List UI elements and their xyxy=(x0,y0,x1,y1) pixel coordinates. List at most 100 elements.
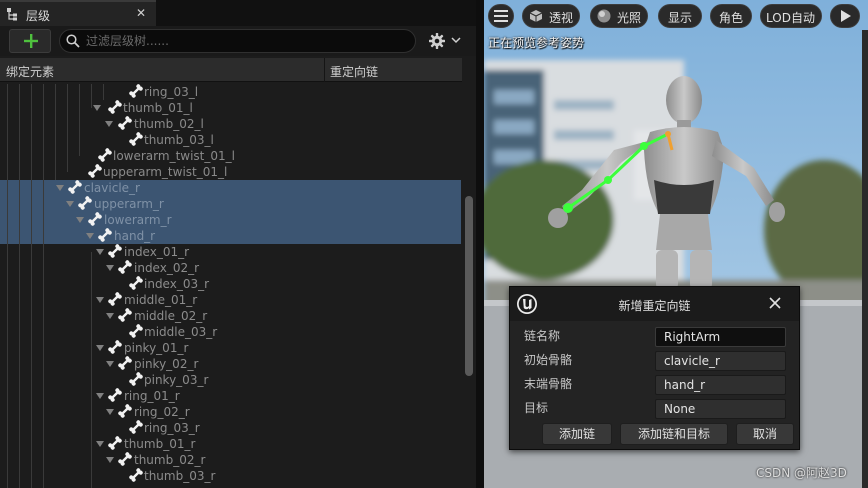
tree-row[interactable]: thumb_03_r xyxy=(0,468,460,484)
bone-icon xyxy=(129,420,143,434)
goal-field[interactable] xyxy=(655,399,786,419)
expand-arrow-icon[interactable] xyxy=(96,297,104,303)
play-button[interactable] xyxy=(830,4,860,28)
start-bone-input[interactable] xyxy=(656,352,785,370)
tree-row[interactable]: thumb_01_r xyxy=(0,436,460,452)
expand-arrow-icon[interactable] xyxy=(106,361,114,367)
tree-row[interactable]: upperarm_twist_01_l xyxy=(0,164,460,180)
column-bound-element[interactable]: 绑定元素 xyxy=(6,63,54,80)
bone-icon xyxy=(88,164,102,178)
add-button[interactable] xyxy=(9,29,51,53)
viewport-menu-button[interactable] xyxy=(488,4,514,28)
panel-splitter[interactable] xyxy=(476,0,484,488)
tab-hierarchy[interactable]: 层级 ✕ xyxy=(0,0,156,26)
start-bone-field[interactable] xyxy=(655,351,786,371)
lighting-button[interactable]: 光照 xyxy=(590,4,648,28)
expand-arrow-icon[interactable] xyxy=(106,313,114,319)
expand-arrow-icon[interactable] xyxy=(106,409,114,415)
add-chain-and-goal-button[interactable]: 添加链和目标 xyxy=(620,423,728,445)
expand-arrow-icon[interactable] xyxy=(96,393,104,399)
expand-arrow-icon[interactable] xyxy=(86,233,94,239)
close-icon[interactable]: ✕ xyxy=(136,6,146,20)
expand-arrow-icon[interactable] xyxy=(96,345,104,351)
tree-row[interactable]: thumb_02_r xyxy=(0,452,460,468)
bone-icon xyxy=(108,436,122,450)
tree-row-selected[interactable]: clavicle_r xyxy=(0,180,460,196)
expand-arrow-icon[interactable] xyxy=(93,105,101,111)
chain-name-label: 链名称 xyxy=(524,329,561,343)
add-chain-button[interactable]: 添加链 xyxy=(542,423,612,445)
tree-row[interactable]: ring_03_r xyxy=(0,420,460,436)
tree-row[interactable]: pinky_03_r xyxy=(0,372,460,388)
tree-row[interactable]: middle_03_r xyxy=(0,324,460,340)
expand-arrow-icon[interactable] xyxy=(56,185,64,191)
perspective-label: 透视 xyxy=(549,11,574,25)
expand-arrow-icon[interactable] xyxy=(105,121,113,127)
chain-name-field[interactable] xyxy=(655,327,786,347)
chevron-down-icon xyxy=(451,37,461,44)
lod-button[interactable]: LOD自动 xyxy=(760,4,822,28)
settings-button[interactable] xyxy=(426,31,466,51)
bone-label: middle_01_r xyxy=(124,293,198,307)
tree-row[interactable]: pinky_01_r xyxy=(0,340,460,356)
bone-label: thumb_02_l xyxy=(134,117,204,131)
expand-arrow-icon[interactable] xyxy=(96,441,104,447)
bone-label: index_03_r xyxy=(144,277,210,291)
close-icon[interactable] xyxy=(768,296,782,310)
tree-row[interactable]: thumb_01_l xyxy=(0,100,460,116)
column-divider[interactable] xyxy=(324,58,325,82)
hamburger-icon xyxy=(494,10,508,22)
tree-row[interactable]: ring_03_l xyxy=(0,84,460,100)
end-bone-field[interactable] xyxy=(655,375,786,395)
goal-input[interactable] xyxy=(656,400,785,418)
hierarchy-toolbar xyxy=(0,26,476,56)
play-icon xyxy=(841,10,851,22)
tree-row[interactable]: middle_01_r xyxy=(0,292,460,308)
bone-label: clavicle_r xyxy=(84,181,140,195)
tree-row-selected[interactable]: lowerarm_r xyxy=(0,212,460,228)
bone-icon xyxy=(98,228,112,242)
bone-icon xyxy=(88,212,102,226)
tree-row[interactable]: index_02_r xyxy=(0,260,460,276)
tree-row[interactable]: lowerarm_twist_01_l xyxy=(0,148,460,164)
expand-arrow-icon[interactable] xyxy=(96,249,104,255)
chain-name-input[interactable] xyxy=(656,328,785,346)
bone-icon xyxy=(108,244,122,258)
expand-arrow-icon[interactable] xyxy=(106,457,114,463)
cancel-button[interactable]: 取消 xyxy=(736,423,794,445)
tree-row[interactable]: thumb_02_l xyxy=(0,116,460,132)
column-retarget-chain[interactable]: 重定向链 xyxy=(330,63,378,80)
tree-row-selected[interactable]: upperarm_r xyxy=(0,196,460,212)
expand-arrow-icon[interactable] xyxy=(66,201,74,207)
tree-row[interactable]: index_01_r xyxy=(0,244,460,260)
sphere-icon xyxy=(597,9,611,23)
scrollbar-thumb[interactable] xyxy=(465,196,473,376)
search-input[interactable] xyxy=(86,32,406,50)
perspective-button[interactable]: 透视 xyxy=(522,4,580,28)
dialog-titlebar[interactable]: 新增重定向链 xyxy=(510,287,799,321)
bone-icon xyxy=(108,292,122,306)
bone-icon xyxy=(118,404,132,418)
end-bone-label: 末端骨骼 xyxy=(524,377,573,391)
tree-row[interactable]: index_03_r xyxy=(0,276,460,292)
tree-row-selected[interactable]: hand_r xyxy=(0,228,460,244)
bone-icon xyxy=(108,340,122,354)
tree-row[interactable]: thumb_03_l xyxy=(0,132,460,148)
bone-label: upperarm_r xyxy=(94,197,164,211)
tree-row[interactable]: pinky_02_r xyxy=(0,356,460,372)
expand-arrow-icon[interactable] xyxy=(106,265,114,271)
end-bone-input[interactable] xyxy=(656,376,785,394)
search-box xyxy=(59,29,416,53)
watermark: CSDN @阿赵3D xyxy=(756,466,847,480)
expand-arrow-icon[interactable] xyxy=(76,217,84,223)
tree-row[interactable]: ring_02_r xyxy=(0,404,460,420)
character-button[interactable]: 角色 xyxy=(710,4,752,28)
bone-label: index_01_r xyxy=(124,245,190,259)
bone-label: lowerarm_twist_01_l xyxy=(113,149,235,163)
tree-row[interactable]: middle_02_r xyxy=(0,308,460,324)
bone-icon xyxy=(118,116,132,130)
tree-row[interactable]: ring_01_r xyxy=(0,388,460,404)
bone-icon xyxy=(129,372,143,386)
bone-icon xyxy=(108,100,122,114)
show-button[interactable]: 显示 xyxy=(658,4,702,28)
